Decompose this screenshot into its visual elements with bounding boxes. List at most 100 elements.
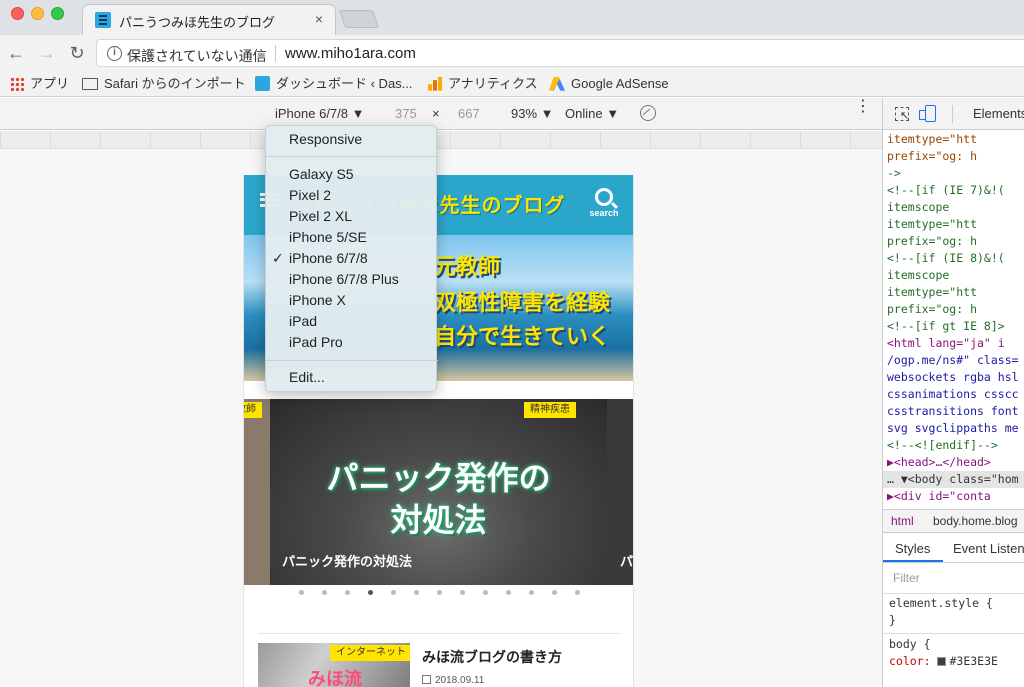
dom-node-line[interactable]: ▶<div id="conta [887, 488, 991, 505]
dom-node-line[interactable]: <!--[if (IE 7)&!( [887, 182, 1005, 199]
tab-close-icon[interactable]: × [311, 11, 327, 27]
thumbnail-text: みほ流 [308, 669, 362, 687]
menu-separator [266, 360, 438, 361]
device-select[interactable]: iPhone 6/7/8 ▼ [275, 106, 364, 121]
dom-node-line[interactable]: svg svgclippaths me [887, 420, 1019, 437]
dom-node-line[interactable]: prefix="og: h [887, 301, 977, 318]
carousel-dot[interactable] [322, 590, 327, 595]
dom-node-line[interactable]: <html lang="ja" i [887, 335, 1005, 352]
menu-item-iphone-x[interactable]: iPhone X [266, 290, 438, 311]
forward-arrow-icon[interactable]: → [36, 42, 58, 64]
breadcrumb-body[interactable]: body.home.blog [933, 514, 1018, 528]
more-options-icon[interactable]: ⋮ [855, 99, 871, 115]
dom-node-line[interactable]: itemtype="htt [887, 284, 977, 301]
bookmark-dashboard[interactable]: ダッシュボード ‹ Das... [255, 75, 413, 93]
dimension-times: × [432, 106, 440, 121]
dom-node-line[interactable]: prefix="og: h [887, 148, 977, 165]
breadcrumb-html[interactable]: html [891, 514, 914, 528]
dom-node-line[interactable]: <!--[if gt IE 8]> [887, 318, 1005, 335]
carousel-dot[interactable] [299, 590, 304, 595]
dom-node-line[interactable]: ▶<head>…</head> [887, 454, 991, 471]
article-thumbnail[interactable]: みほ流 インターネット [258, 643, 410, 687]
viewport-width-field[interactable]: 375 [395, 106, 417, 121]
carousel-dot[interactable] [368, 590, 373, 595]
menu-item-iphone-6-7-8[interactable]: ✓ iPhone 6/7/8 [266, 248, 438, 269]
dom-node-line[interactable]: websockets rgba hsl [887, 369, 1019, 386]
tab-event-listeners[interactable]: Event Listeners [953, 541, 1024, 556]
dom-node-line[interactable]: itemscope [887, 267, 949, 284]
css-declaration[interactable]: color: #3E3E3E [889, 653, 998, 670]
css-selector[interactable]: body { [889, 636, 931, 653]
carousel-dot[interactable] [552, 590, 557, 595]
tab-styles[interactable]: Styles [895, 541, 930, 556]
menu-item-pixel-2-xl[interactable]: Pixel 2 XL [266, 206, 438, 227]
carousel-dot[interactable] [575, 590, 580, 595]
device-toggle-icon[interactable] [919, 105, 936, 122]
article-title[interactable]: みほ流ブログの書き方 [422, 647, 562, 667]
back-arrow-icon[interactable]: ← [5, 42, 27, 64]
address-bar[interactable]: i 保護されていない通信 www.miho1ara.com [96, 39, 1024, 67]
dom-node-line[interactable]: prefix="og: h [887, 233, 977, 250]
security-status[interactable]: 保護されていない通信 [127, 46, 267, 66]
inspect-element-icon[interactable] [895, 107, 909, 122]
menu-item-pixel-2[interactable]: Pixel 2 [266, 185, 438, 206]
menu-item-label: Pixel 2 [289, 187, 332, 203]
dom-node-line[interactable]: <!--<![endif]--> [887, 437, 998, 454]
bookmark-adsense[interactable]: Google AdSense [549, 75, 669, 93]
carousel-dot[interactable] [414, 590, 419, 595]
carousel-dot[interactable] [437, 590, 442, 595]
article-date-text: 2018.09.11 [435, 675, 485, 686]
reload-icon[interactable]: ↻ [66, 42, 88, 64]
rotate-icon[interactable] [640, 105, 656, 121]
menu-item-edit[interactable]: Edit... [266, 367, 438, 388]
dom-node-line[interactable]: itemscope [887, 199, 949, 216]
site-search-button[interactable]: search [587, 188, 621, 218]
close-window-button[interactable] [11, 7, 24, 20]
carousel-prev-slide[interactable]: 教師 [244, 399, 270, 585]
network-throttle-select[interactable]: Online ▼ [565, 106, 619, 121]
bookmark-analytics[interactable]: アナリティクス [428, 75, 538, 93]
dom-node-line[interactable]: <!--[if (IE 8)&!( [887, 250, 1005, 267]
bookmark-apps[interactable]: アプリ [10, 75, 69, 93]
featured-carousel[interactable]: 教師 精神疾患 パニック発作の 対処法 パニック発作の対処法 パ [244, 399, 633, 585]
zoom-window-button[interactable] [51, 7, 64, 20]
dom-node-line[interactable]: … ▼<body class="hom [883, 471, 1024, 488]
menu-item-label: iPad Pro [289, 334, 343, 350]
carousel-dot[interactable] [345, 590, 350, 595]
menu-item-responsive[interactable]: Responsive [266, 129, 438, 150]
bookmark-label: Google AdSense [571, 76, 669, 91]
carousel-dot[interactable] [529, 590, 534, 595]
url-text[interactable]: www.miho1ara.com [285, 45, 416, 62]
carousel-dot[interactable] [483, 590, 488, 595]
styles-filter-input[interactable]: Filter [883, 564, 1024, 594]
menu-item-ipad[interactable]: iPad [266, 311, 438, 332]
menu-item-iphone-6-7-8-plus[interactable]: iPhone 6/7/8 Plus [266, 269, 438, 290]
new-tab-button[interactable] [339, 10, 379, 28]
dom-node-line[interactable]: /ogp.me/ns#" class= [887, 352, 1019, 369]
tab-elements[interactable]: Elements [973, 106, 1024, 121]
zoom-select[interactable]: 93% ▼ [511, 106, 554, 121]
category-badge: 教師 [244, 402, 262, 418]
dom-node-line[interactable]: cssanimations csscc [887, 386, 1019, 403]
color-swatch-icon[interactable] [937, 657, 947, 666]
menu-item-ipad-pro[interactable]: iPad Pro [266, 332, 438, 353]
viewport-height-field[interactable]: 667 [458, 106, 480, 121]
carousel-dot[interactable] [506, 590, 511, 595]
css-selector[interactable]: element.style { [889, 595, 993, 612]
menu-item-iphone-5-se[interactable]: iPhone 5/SE [266, 227, 438, 248]
minimize-window-button[interactable] [31, 7, 44, 20]
menu-item-label: Edit... [289, 369, 325, 385]
device-toolbar: iPhone 6/7/8 ▼ 375 × 667 93% ▼ Online ▼ … [0, 98, 882, 130]
bookmark-safari-import[interactable]: Safari からのインポート [82, 75, 246, 93]
dom-node-line[interactable]: csstransitions font [887, 403, 1019, 420]
adsense-icon [549, 76, 565, 91]
info-icon[interactable]: i [107, 46, 122, 61]
dom-node-line[interactable]: -> [887, 165, 901, 182]
dom-node-line[interactable]: itemtype="htt [887, 216, 977, 233]
carousel-dot[interactable] [460, 590, 465, 595]
dom-node-line[interactable]: itemtype="htt [887, 131, 977, 148]
menu-item-label: Pixel 2 XL [289, 208, 353, 224]
browser-tab[interactable]: パニうつみほ先生のブログ × [82, 4, 336, 35]
menu-item-galaxy-s5[interactable]: Galaxy S5 [266, 164, 438, 185]
carousel-dot[interactable] [391, 590, 396, 595]
